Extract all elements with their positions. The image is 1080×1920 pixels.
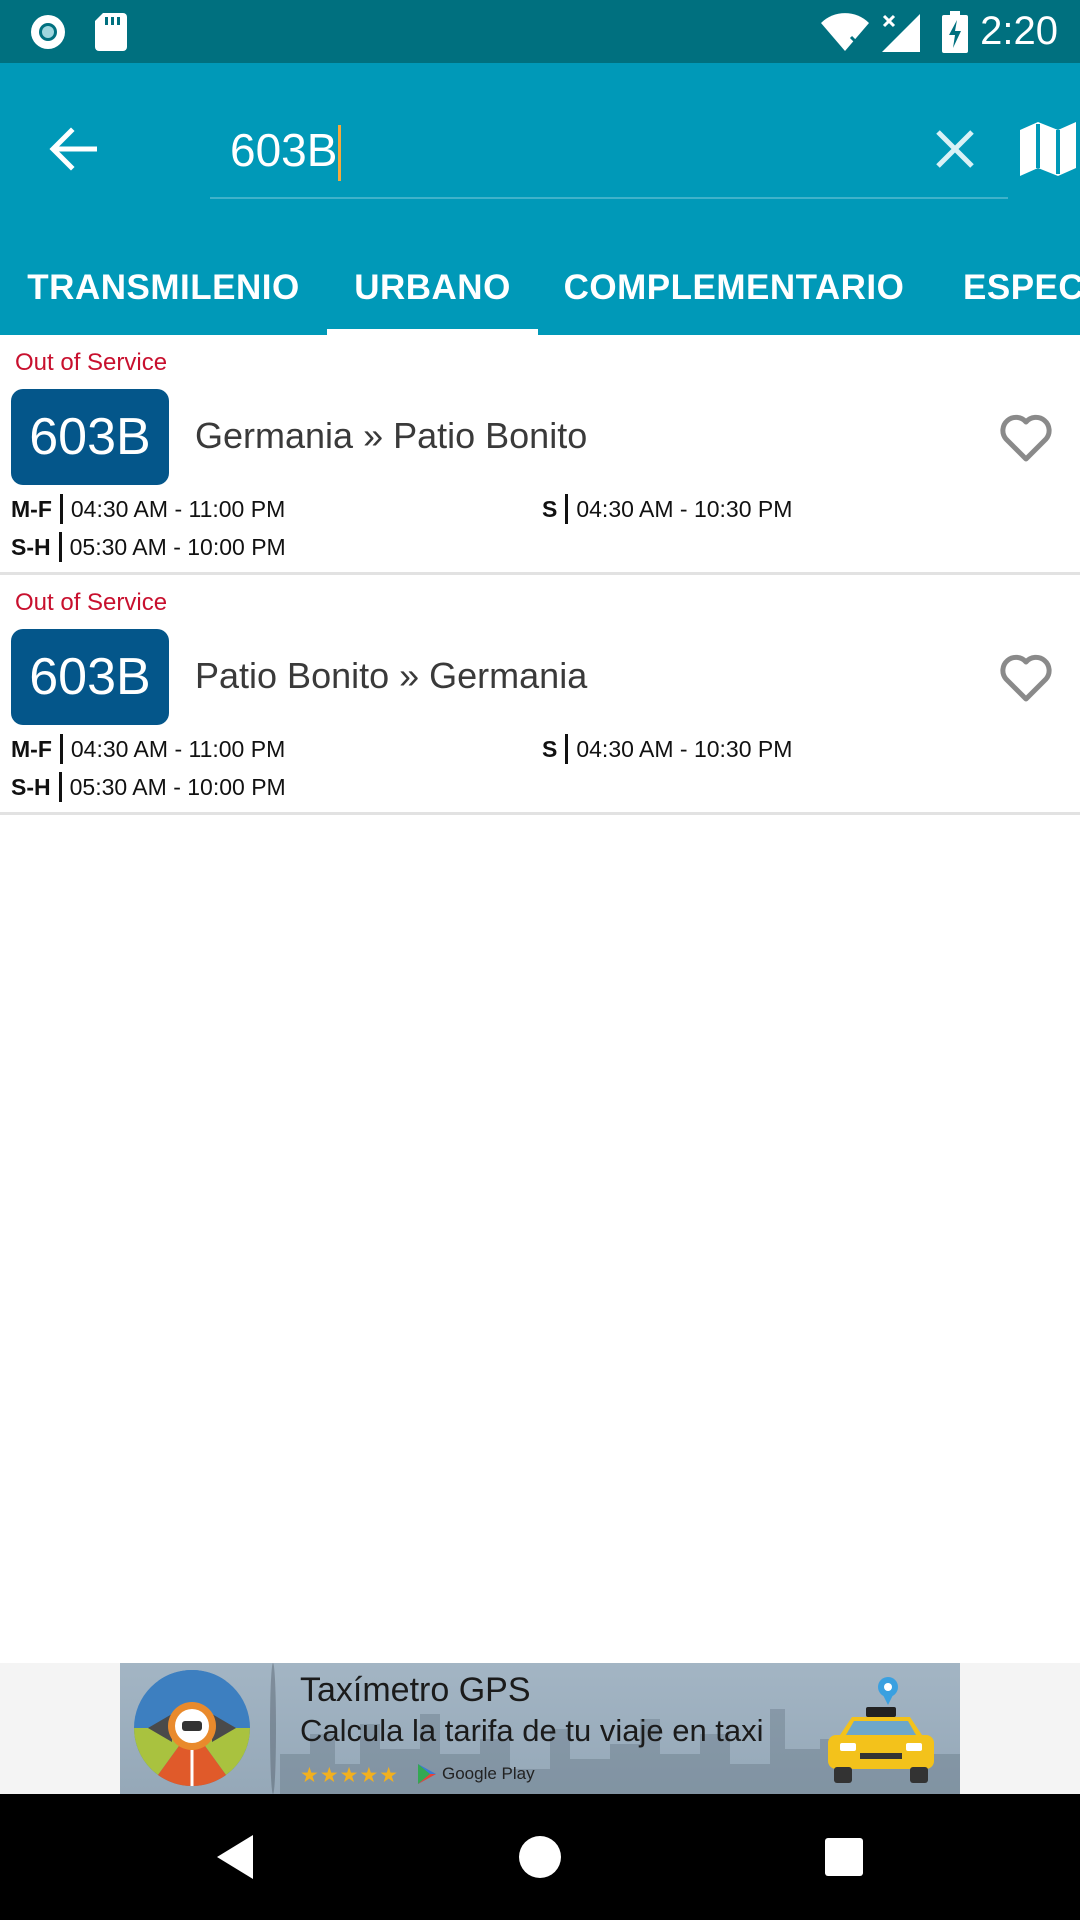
tab-especial[interactable]: ESPECI [930,248,1080,335]
map-icon [1020,122,1076,176]
ad-banner[interactable]: Taxímetro GPS Calcula la tarifa de tu vi… [120,1663,960,1794]
schedule-hours: 05:30 AM - 10:00 PM [69,774,286,800]
taximetro-logo-icon [134,1669,250,1787]
tab-bar: TRANSMILENIO URBANO COMPLEMENTARIO ESPEC… [0,248,1080,335]
ad-title: Taxímetro GPS [300,1671,531,1709]
route-list: Out of Service 603B Germania » Patio Bon… [0,335,1080,815]
text-cursor [338,125,341,181]
circle-notification-icon [26,0,70,63]
schedule-label: S [542,734,569,764]
map-button[interactable] [1020,99,1080,199]
google-play-label: Google Play [442,1764,535,1783]
schedule-label: M-F [11,494,63,524]
ad-divider [270,1663,276,1794]
schedule-weekday: M-F 04:30 AM - 11:00 PM [11,733,285,765]
home-circle-icon [519,1836,561,1878]
nav-home-button[interactable] [480,1794,600,1920]
google-play-badge: Google Play [416,1763,535,1785]
route-code-badge: 603B [11,389,169,485]
schedule-saturday: S 04:30 AM - 10:30 PM [542,493,792,525]
schedule-label: S-H [11,532,62,562]
ad-subtitle: Calcula la tarifa de tu viaje en taxi [300,1713,764,1748]
heart-icon [1000,654,1052,702]
schedule-weekday: M-F 04:30 AM - 11:00 PM [11,493,285,525]
arrow-left-icon [49,127,97,171]
favorite-button[interactable] [995,407,1057,469]
signal-icon [880,0,920,63]
taxi-icon [828,1677,934,1783]
route-code-badge: 603B [11,629,169,725]
system-nav-bar [0,1794,1080,1920]
clear-search-button[interactable] [920,99,990,199]
route-name: Germania » Patio Bonito [195,415,588,456]
nav-back-button[interactable] [175,1794,295,1920]
tab-urbano[interactable]: URBANO [327,248,538,335]
schedule-hours: 04:30 AM - 10:30 PM [576,736,793,762]
schedule-hours: 05:30 AM - 10:00 PM [69,534,286,560]
battery-charging-icon [940,0,970,63]
ad-rating-stars: ★★★★★ [300,1764,400,1787]
schedule-hours: 04:30 AM - 11:00 PM [70,496,286,522]
google-play-icon [418,1764,436,1784]
schedule-holiday: S-H 05:30 AM - 10:00 PM [11,531,286,563]
back-button[interactable] [30,99,116,199]
ad-container: Taxímetro GPS Calcula la tarifa de tu vi… [0,1663,1080,1794]
schedule-label: S [542,494,569,524]
schedule-hours: 04:30 AM - 11:00 PM [70,736,286,762]
tab-transmilenio[interactable]: TRANSMILENIO [0,248,327,335]
heart-icon [1000,414,1052,462]
route-name: Patio Bonito » Germania [195,655,588,696]
schedule-saturday: S 04:30 AM - 10:30 PM [542,733,792,765]
route-status: Out of Service [15,589,168,616]
favorite-button[interactable] [995,647,1057,709]
search-input[interactable] [230,115,890,185]
tab-complementario[interactable]: COMPLEMENTARIO [538,248,930,335]
nav-recents-button[interactable] [784,1794,904,1920]
sd-card-icon [94,0,128,63]
route-card[interactable]: Out of Service 603B Patio Bonito » Germa… [0,575,1080,815]
clock: 2:20 [980,9,1058,53]
schedule-hours: 04:30 AM - 10:30 PM [576,496,793,522]
schedule-holiday: S-H 05:30 AM - 10:00 PM [11,771,286,803]
recents-square-icon [825,1838,863,1876]
close-icon [936,130,974,168]
app-bar: TRANSMILENIO URBANO COMPLEMENTARIO ESPEC… [0,63,1080,335]
route-status: Out of Service [15,349,168,376]
route-card[interactable]: Out of Service 603B Germania » Patio Bon… [0,335,1080,575]
wifi-icon [820,0,870,63]
search-bar [210,103,1008,199]
status-bar: 2:20 [0,0,1080,63]
schedule-label: S-H [11,772,62,802]
schedule-label: M-F [11,734,63,764]
back-triangle-icon [217,1835,253,1879]
